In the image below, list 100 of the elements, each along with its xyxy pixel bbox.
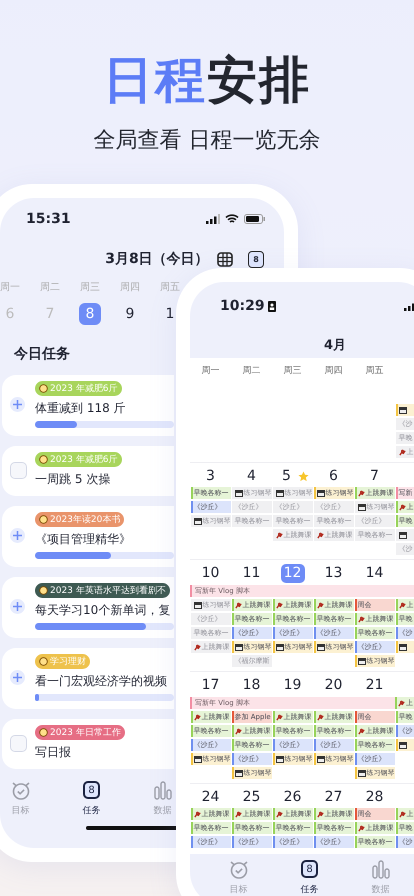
task-card[interactable]: 学习理财 看一门宏观经济学的视频 [2, 648, 174, 709]
weekday-label: 周四 [119, 281, 141, 294]
figure-icon [358, 728, 364, 734]
day-number[interactable]: 3 [200, 466, 220, 486]
goal-tag: 2023 年日常工作 [35, 725, 125, 740]
figure-icon [194, 810, 200, 818]
figure-icon [194, 714, 200, 720]
task-card[interactable]: 2023 年日常工作 写日报 [2, 719, 174, 769]
day-number[interactable]: 14 [364, 564, 384, 582]
figure-icon [276, 532, 282, 538]
task-title: 一周跳 5 次操 [35, 471, 110, 488]
wifi-icon [225, 214, 239, 224]
task-title: 《项目管理精华》 [35, 531, 131, 548]
figure-icon [234, 602, 242, 608]
task-title: 看一门宏观经济学的视频 [35, 673, 167, 690]
figure-icon [358, 616, 364, 622]
calendar-grid-icon[interactable] [216, 250, 234, 268]
bar-chart-icon [370, 858, 392, 880]
weekday-label: 周一 [0, 281, 21, 294]
figure-icon [358, 490, 364, 496]
day-number[interactable]: 28 [364, 788, 384, 806]
day-number[interactable]: 7 [364, 466, 384, 486]
signal-icon [404, 301, 414, 311]
goal-tag: 学习理财 [35, 654, 90, 669]
day-number[interactable]: 24 [200, 788, 220, 806]
checkbox[interactable] [10, 462, 27, 478]
figure-icon [194, 644, 200, 650]
day-number[interactable]: 19 [282, 676, 302, 694]
day-number[interactable]: 11 [242, 564, 262, 582]
figure-icon [316, 602, 324, 608]
add-button[interactable] [10, 599, 25, 614]
weekday-label: 周四 [324, 364, 344, 376]
day-number[interactable]: 18 [242, 676, 262, 694]
goal-tag: 2023 年减肥6斤 [35, 381, 122, 396]
day-number[interactable]: 9 [124, 303, 136, 325]
day-number[interactable]: 1 [164, 303, 176, 325]
task-card[interactable]: 2023 年减肥6斤 体重减到 118 斤 [2, 375, 174, 436]
day-number[interactable]: 17 [200, 676, 220, 694]
figure-icon [276, 810, 282, 818]
weekday-label: 周五 [364, 364, 384, 376]
day-number[interactable]: 5 [276, 466, 296, 486]
figure-icon [276, 714, 282, 720]
task-title: 写日报 [35, 744, 71, 761]
date-title: 3月8日（今日） [104, 250, 209, 268]
weekday-label: 周二 [242, 364, 262, 376]
figure-icon [398, 602, 406, 608]
calendar-today-icon[interactable]: 8 [248, 250, 264, 268]
headline: 日程安排 [102, 50, 312, 110]
weekday-label: 周二 [39, 281, 61, 294]
figure-icon [398, 448, 406, 456]
goal-tag: 2023年读20本书 [35, 512, 124, 527]
task-card[interactable]: 2023 年减肥6斤 一周跳 5 次操 [2, 446, 174, 496]
goal-tag: 2023 年英语水平达到看剧不 [35, 583, 170, 598]
add-button[interactable] [10, 397, 25, 412]
figure-icon [234, 728, 242, 734]
figure-icon [398, 700, 405, 706]
figure-icon [398, 504, 406, 510]
figure-icon [234, 810, 242, 818]
task-title: 体重减到 118 斤 [35, 400, 126, 417]
calendar-icon: 8 [301, 860, 318, 878]
emoji-icon [39, 586, 48, 595]
figure-icon [316, 714, 324, 720]
day-number[interactable]: 4 [242, 466, 262, 486]
day-number[interactable]: 26 [282, 788, 302, 806]
tab-item[interactable]: 8 任务 [82, 779, 100, 817]
checkbox[interactable] [10, 734, 27, 752]
task-title: 每天学习10个新单词，复 [35, 602, 170, 619]
day-number[interactable]: 6 [324, 466, 344, 486]
day-number[interactable]: 27 [324, 788, 344, 806]
status-time: 15:31 [26, 211, 71, 227]
battery-icon [244, 214, 266, 224]
signal-icon [206, 214, 220, 224]
day-number[interactable]: 20 [324, 676, 344, 694]
id-card-icon [268, 300, 276, 312]
day-number[interactable]: 13 [324, 564, 344, 582]
add-button[interactable] [10, 528, 25, 543]
day-number[interactable]: 21 [364, 676, 384, 694]
weekday-label: 周一 [200, 364, 220, 376]
weekday-label: 周三 [282, 364, 302, 376]
day-number[interactable]: 25 [242, 788, 262, 806]
section-title: 今日任务 [14, 345, 71, 363]
subtitle: 全局查看 日程一览无余 [92, 127, 322, 155]
figure-icon [358, 824, 364, 832]
emoji-icon [39, 657, 48, 666]
emoji-icon [39, 384, 48, 393]
weekday-label: 周五 [159, 281, 181, 294]
month-title: 4月 [322, 337, 348, 354]
emoji-icon [39, 515, 48, 524]
calendar-icon: 8 [83, 781, 100, 799]
bar-chart-icon [152, 779, 174, 801]
status-time: 10:29 [220, 298, 265, 314]
task-card[interactable]: 2023年读20本书 《项目管理精华》 [2, 506, 174, 567]
add-button[interactable] [10, 670, 25, 685]
tab-item[interactable]: 8 任务 [274, 858, 345, 896]
emoji-icon [39, 728, 48, 737]
task-card[interactable]: 2023 年英语水平达到看剧不 每天学习10个新单词，复 [2, 577, 174, 638]
figure-icon [316, 810, 324, 818]
figure-icon [398, 810, 406, 818]
figure-icon [276, 602, 282, 608]
day-number[interactable]: 10 [200, 564, 220, 582]
